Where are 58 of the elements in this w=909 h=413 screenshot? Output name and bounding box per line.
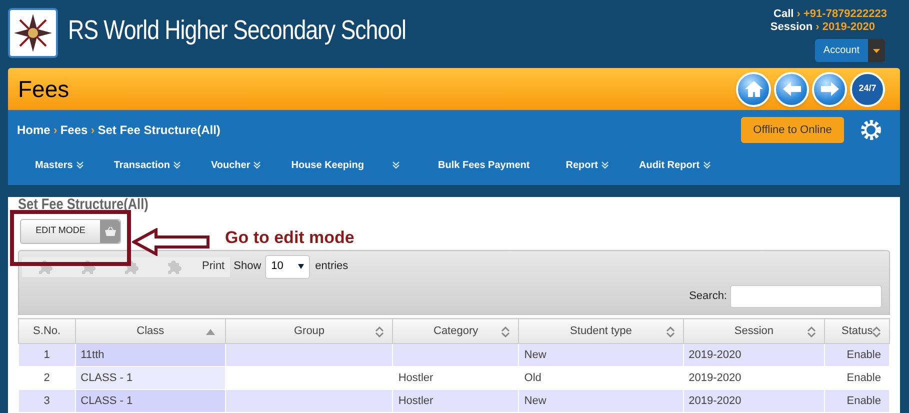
menu-item[interactable]: Audit Report: [638, 158, 711, 172]
breadcrumb-link[interactable]: Set Fee Structure(All): [98, 121, 220, 139]
menu-item[interactable]: Masters: [35, 158, 84, 172]
call-number: Call › +91-7879222223: [774, 8, 887, 21]
session-year: Session › 2019-2020: [770, 21, 875, 34]
table-cell: CLASS - 1: [75, 390, 226, 412]
settings-icon[interactable]: [860, 119, 882, 141]
table-cell: 3: [18, 390, 76, 412]
school-logo: [8, 8, 58, 58]
menu-item[interactable]: Bulk Fees Payment: [438, 158, 530, 172]
table-cell: 2019-2020: [683, 390, 825, 412]
annotation-text: Go to edit mode: [225, 227, 354, 249]
print-button[interactable]: Print: [197, 256, 230, 276]
puzzle-icon[interactable]: [79, 258, 97, 276]
column-header[interactable]: Group: [226, 318, 393, 344]
caret-icon: [298, 264, 304, 269]
support-button[interactable]: 24/7: [850, 72, 885, 106]
school-name: RS World Higher Secondary School: [68, 14, 406, 47]
entries-label: entries: [315, 259, 348, 274]
table-cell: New: [518, 390, 684, 412]
right-arrow-icon: [820, 81, 840, 97]
search-label: Search:: [689, 289, 727, 304]
menu-item[interactable]: Report: [566, 158, 609, 172]
table-cell: Hostler: [392, 390, 519, 412]
breadcrumb-link[interactable]: Fees: [60, 121, 88, 139]
page-title: Fees: [18, 74, 70, 104]
account-dropdown-button[interactable]: [868, 39, 885, 62]
column-header[interactable]: Class: [75, 318, 226, 344]
home-button[interactable]: [736, 72, 771, 106]
basket-icon: [104, 226, 116, 236]
page-size-select[interactable]: 10: [265, 254, 310, 278]
section-title: Set Fee Structure(All): [18, 197, 150, 212]
breadcrumb-separator: ›: [53, 122, 58, 139]
column-header[interactable]: Session: [683, 318, 825, 344]
puzzle-icon[interactable]: [122, 258, 140, 276]
left-arrow-icon: [782, 81, 802, 97]
column-header[interactable]: Status: [824, 318, 890, 344]
table-cell: CLASS - 1: [75, 366, 226, 390]
column-header[interactable]: Student type: [518, 318, 684, 344]
breadcrumb-link[interactable]: Home: [17, 121, 50, 139]
puzzle-icon[interactable]: [36, 258, 54, 276]
edit-mode-button[interactable]: EDIT MODE: [20, 218, 121, 244]
menu-item[interactable]: Voucher: [210, 158, 262, 172]
home-icon: [744, 80, 764, 98]
forward-button[interactable]: [812, 72, 847, 106]
caret-icon: [873, 48, 880, 52]
table-cell: 11tth: [75, 344, 226, 366]
column-header[interactable]: Category: [392, 318, 519, 344]
offline-to-online-button[interactable]: Offline to Online: [741, 117, 844, 143]
back-button[interactable]: [774, 72, 809, 106]
account-button[interactable]: Account: [815, 39, 868, 62]
menu-item[interactable]: Transaction: [114, 158, 181, 172]
search-field[interactable]: [730, 285, 882, 308]
column-header[interactable]: S.No.: [18, 318, 76, 344]
show-label: Show: [234, 259, 262, 274]
table-cell: Enable: [824, 390, 890, 412]
breadcrumb-separator: ›: [90, 122, 95, 139]
menu-item[interactable]: House Keeping: [291, 158, 400, 172]
